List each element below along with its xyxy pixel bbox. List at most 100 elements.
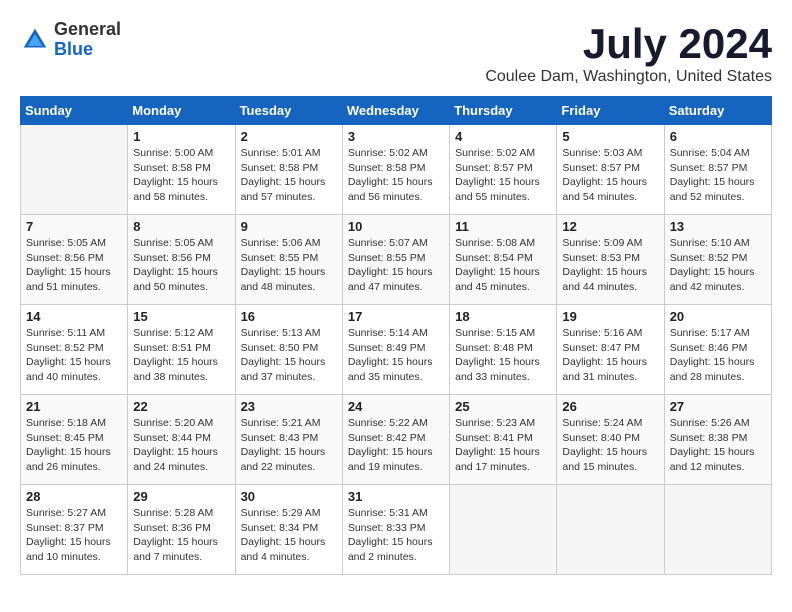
header-wednesday: Wednesday [342,97,449,125]
day-number: 7 [26,219,122,234]
day-info: Sunrise: 5:12 AMSunset: 8:51 PMDaylight:… [133,326,229,385]
day-number: 21 [26,399,122,414]
calendar-week-5: 28Sunrise: 5:27 AMSunset: 8:37 PMDayligh… [21,485,772,575]
day-number: 26 [562,399,658,414]
calendar-week-3: 14 Sunrise: 5:11 AMSunset: 8:52 PMDayligh… [21,305,772,395]
day-number: 9 [241,219,337,234]
day-number: 6 [670,129,766,144]
calendar-week-2: 7 Sunrise: 5:05 AMSunset: 8:56 PMDaylight… [21,215,772,305]
title-area: July 2024 Coulee Dam, Washington, United… [485,20,772,86]
calendar-cell: 1Sunrise: 5:00 AMSunset: 8:58 PMDaylight… [128,125,235,215]
day-number: 11 [455,219,551,234]
day-info: Sunrise: 5:21 AMSunset: 8:43 PMDaylight:… [241,416,337,475]
calendar-cell [664,485,771,575]
calendar-title: July 2024 [485,20,772,68]
calendar-cell: 20 Sunrise: 5:17 AMSunset: 8:46 PMDayligh… [664,305,771,395]
calendar-header: Sunday Monday Tuesday Wednesday Thursday… [21,97,772,125]
calendar-cell [557,485,664,575]
calendar-cell: 13 Sunrise: 5:10 AMSunset: 8:52 PMDayligh… [664,215,771,305]
day-number: 5 [562,129,658,144]
day-info: Sunrise: 5:29 AMSunset: 8:34 PMDaylight:… [241,506,337,565]
calendar-cell: 19 Sunrise: 5:16 AMSunset: 8:47 PMDayligh… [557,305,664,395]
calendar-subtitle: Coulee Dam, Washington, United States [485,68,772,86]
day-info: Sunrise: 5:22 AMSunset: 8:42 PMDaylight:… [348,416,444,475]
day-info: Sunrise: 5:26 AMSunset: 8:38 PMDaylight:… [670,416,766,475]
day-number: 13 [670,219,766,234]
calendar-cell: 5 Sunrise: 5:03 AMSunset: 8:57 PMDaylight… [557,125,664,215]
day-info: Sunrise: 5:08 AMSunset: 8:54 PMDaylight:… [455,236,551,295]
calendar-cell: 9 Sunrise: 5:06 AMSunset: 8:55 PMDaylight… [235,215,342,305]
logo: General Blue [20,20,121,60]
logo-icon [20,25,50,55]
logo-general-text: General [54,20,121,40]
day-info: Sunrise: 5:15 AMSunset: 8:48 PMDaylight:… [455,326,551,385]
calendar-cell: 7 Sunrise: 5:05 AMSunset: 8:56 PMDaylight… [21,215,128,305]
day-number: 19 [562,309,658,324]
day-info: Sunrise: 5:18 AMSunset: 8:45 PMDaylight:… [26,416,122,475]
header-sunday: Sunday [21,97,128,125]
day-info: Sunrise: 5:20 AMSunset: 8:44 PMDaylight:… [133,416,229,475]
day-number: 1 [133,129,229,144]
calendar-cell: 16Sunrise: 5:13 AMSunset: 8:50 PMDayligh… [235,305,342,395]
calendar-week-4: 21 Sunrise: 5:18 AMSunset: 8:45 PMDayligh… [21,395,772,485]
day-info: Sunrise: 5:06 AMSunset: 8:55 PMDaylight:… [241,236,337,295]
logo-blue-text: Blue [54,40,121,60]
calendar-cell: 25 Sunrise: 5:23 AMSunset: 8:41 PMDayligh… [450,395,557,485]
calendar-cell: 30 Sunrise: 5:29 AMSunset: 8:34 PMDayligh… [235,485,342,575]
day-info: Sunrise: 5:05 AMSunset: 8:56 PMDaylight:… [26,236,122,295]
day-number: 27 [670,399,766,414]
day-number: 30 [241,489,337,504]
calendar-cell: 31Sunrise: 5:31 AMSunset: 8:33 PMDayligh… [342,485,449,575]
header-friday: Friday [557,97,664,125]
day-info: Sunrise: 5:03 AMSunset: 8:57 PMDaylight:… [562,146,658,205]
calendar-cell: 18 Sunrise: 5:15 AMSunset: 8:48 PMDayligh… [450,305,557,395]
calendar-cell: 3 Sunrise: 5:02 AMSunset: 8:58 PMDaylight… [342,125,449,215]
day-number: 31 [348,489,444,504]
calendar-cell: 4Sunrise: 5:02 AMSunset: 8:57 PMDaylight… [450,125,557,215]
day-info: Sunrise: 5:11 AMSunset: 8:52 PMDaylight:… [26,326,122,385]
header-thursday: Thursday [450,97,557,125]
day-info: Sunrise: 5:02 AMSunset: 8:58 PMDaylight:… [348,146,444,205]
calendar-cell [450,485,557,575]
calendar-cell: 29Sunrise: 5:28 AMSunset: 8:36 PMDayligh… [128,485,235,575]
day-number: 3 [348,129,444,144]
day-info: Sunrise: 5:28 AMSunset: 8:36 PMDaylight:… [133,506,229,565]
day-number: 25 [455,399,551,414]
calendar-cell: 10Sunrise: 5:07 AMSunset: 8:55 PMDayligh… [342,215,449,305]
calendar-cell: 14 Sunrise: 5:11 AMSunset: 8:52 PMDayligh… [21,305,128,395]
day-info: Sunrise: 5:24 AMSunset: 8:40 PMDaylight:… [562,416,658,475]
day-info: Sunrise: 5:23 AMSunset: 8:41 PMDaylight:… [455,416,551,475]
calendar-cell: 23 Sunrise: 5:21 AMSunset: 8:43 PMDayligh… [235,395,342,485]
day-number: 20 [670,309,766,324]
calendar-cell: 26 Sunrise: 5:24 AMSunset: 8:40 PMDayligh… [557,395,664,485]
day-number: 18 [455,309,551,324]
calendar-cell: 22Sunrise: 5:20 AMSunset: 8:44 PMDayligh… [128,395,235,485]
calendar-cell: 21 Sunrise: 5:18 AMSunset: 8:45 PMDayligh… [21,395,128,485]
calendar-cell: 6 Sunrise: 5:04 AMSunset: 8:57 PMDaylight… [664,125,771,215]
calendar-body: 1Sunrise: 5:00 AMSunset: 8:58 PMDaylight… [21,125,772,575]
calendar-cell: 8Sunrise: 5:05 AMSunset: 8:56 PMDaylight… [128,215,235,305]
day-header-row: Sunday Monday Tuesday Wednesday Thursday… [21,97,772,125]
header-saturday: Saturday [664,97,771,125]
day-number: 15 [133,309,229,324]
day-number: 10 [348,219,444,234]
day-number: 14 [26,309,122,324]
day-number: 23 [241,399,337,414]
day-number: 16 [241,309,337,324]
calendar-cell: 11 Sunrise: 5:08 AMSunset: 8:54 PMDayligh… [450,215,557,305]
day-info: Sunrise: 5:17 AMSunset: 8:46 PMDaylight:… [670,326,766,385]
calendar-cell: 27 Sunrise: 5:26 AMSunset: 8:38 PMDayligh… [664,395,771,485]
calendar-cell: 15 Sunrise: 5:12 AMSunset: 8:51 PMDayligh… [128,305,235,395]
day-info: Sunrise: 5:02 AMSunset: 8:57 PMDaylight:… [455,146,551,205]
day-info: Sunrise: 5:27 AMSunset: 8:37 PMDaylight:… [26,506,122,565]
day-info: Sunrise: 5:10 AMSunset: 8:52 PMDaylight:… [670,236,766,295]
day-info: Sunrise: 5:04 AMSunset: 8:57 PMDaylight:… [670,146,766,205]
day-number: 2 [241,129,337,144]
day-number: 12 [562,219,658,234]
day-info: Sunrise: 5:16 AMSunset: 8:47 PMDaylight:… [562,326,658,385]
day-number: 17 [348,309,444,324]
calendar-cell: 2Sunrise: 5:01 AMSunset: 8:58 PMDaylight… [235,125,342,215]
calendar-cell: 28Sunrise: 5:27 AMSunset: 8:37 PMDayligh… [21,485,128,575]
calendar-cell: 17Sunrise: 5:14 AMSunset: 8:49 PMDayligh… [342,305,449,395]
day-number: 24 [348,399,444,414]
